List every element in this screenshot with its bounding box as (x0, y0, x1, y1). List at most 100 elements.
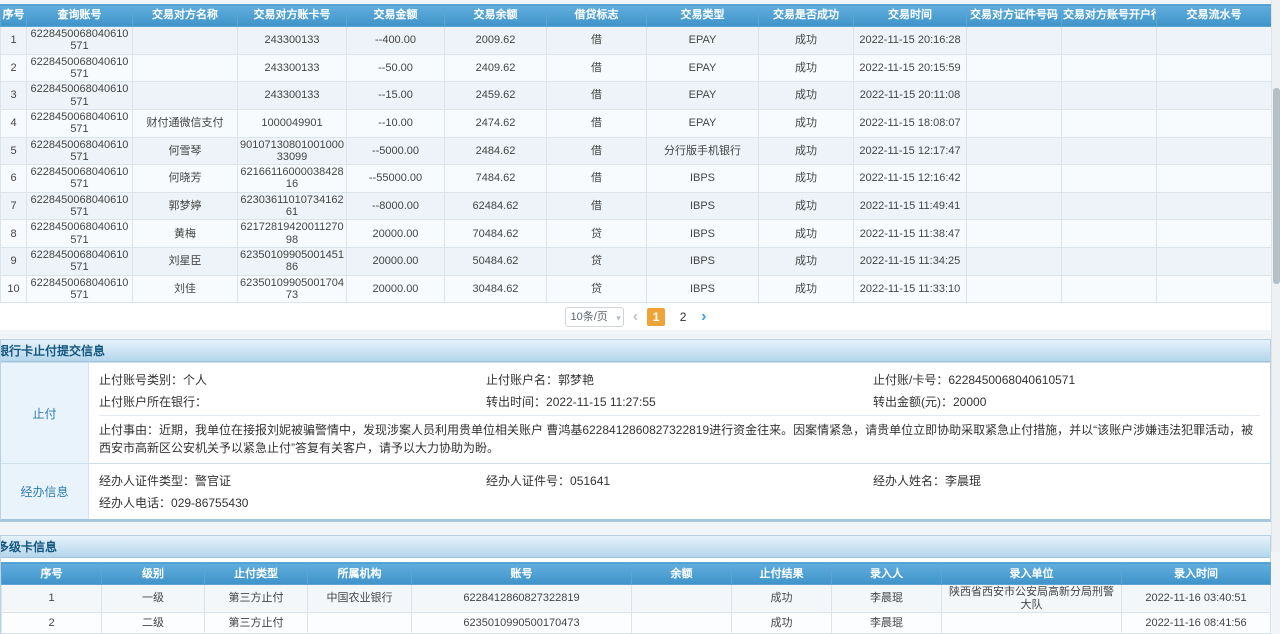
cell-counterparty-name: 何晓芳 (133, 165, 238, 193)
agent-fields-line2: 经办人电话：029-86755430 (99, 491, 1260, 513)
column-header-mc-institution: 所属机构 (308, 563, 412, 585)
field-transfer-time: 转出时间：2022-11-15 11:27:55 (486, 393, 873, 410)
cell-counterparty-card: 6216611600003842816 (238, 165, 347, 193)
cell-txn-serial (1157, 54, 1272, 82)
cell-counterparty-id (967, 248, 1062, 276)
cell-query-account: 6228450068040610571 (27, 137, 133, 165)
column-header-mc-level: 级别 (102, 563, 205, 585)
cell-txn-type: IBPS (647, 192, 759, 220)
field-label: 经办人姓名： (873, 474, 945, 488)
cell-counterparty-card: 243300133 (238, 82, 347, 110)
cell-balance: 2009.62 (445, 27, 547, 55)
cell-debit-credit-flag: 借 (547, 165, 647, 193)
cell-counterparty-bank (1062, 27, 1157, 55)
cell-mc-entered-by: 李晨琨 (832, 612, 942, 633)
column-header-mc-seq: 序号 (2, 563, 102, 585)
cell-txn-time: 2022-11-15 20:11:08 (854, 82, 967, 110)
cell-counterparty-name: 刘佳 (133, 275, 238, 303)
cell-txn-serial (1157, 275, 1272, 303)
cell-txn-type: IBPS (647, 165, 759, 193)
field-value: 李晨琨 (945, 474, 981, 488)
cell-amount: 20000.00 (347, 220, 445, 248)
agent-info-row: 经办信息 经办人证件类型：警官证 经办人证件号：051641 经办人姓名：李晨琨 (1, 463, 1270, 519)
multi-card-row: 1 一级 第三方止付 中国农业银行 6228412860827322819 成功… (2, 585, 1271, 613)
transaction-row: 10 6228450068040610571 刘佳 62350109905001… (1, 275, 1272, 303)
cell-counterparty-bank (1062, 54, 1157, 82)
cell-txn-success: 成功 (759, 192, 854, 220)
scrollbar-thumb[interactable] (1273, 88, 1280, 284)
page-button-1[interactable]: 1 (647, 308, 665, 326)
cell-seq: 3 (1, 82, 27, 110)
cell-amount: --55000.00 (347, 165, 445, 193)
field-label: 转出时间： (486, 395, 546, 409)
column-header-mc-stop-type: 止付类型 (205, 563, 308, 585)
cell-mc-level: 一级 (102, 585, 205, 613)
cell-seq: 7 (1, 192, 27, 220)
field-account-category: 止付账号类别：个人 (99, 371, 486, 388)
prev-page-button[interactable]: ‹ (633, 309, 638, 325)
cell-counterparty-id (967, 275, 1062, 303)
cell-amount: --10.00 (347, 109, 445, 137)
cell-txn-time: 2022-11-15 11:34:25 (854, 248, 967, 276)
cell-counterparty-card: 243300133 (238, 54, 347, 82)
cell-seq: 1 (1, 27, 27, 55)
field-value: 6228450068040610571 (948, 373, 1075, 387)
cell-counterparty-bank (1062, 137, 1157, 165)
cell-mc-entry-unit (942, 612, 1122, 633)
cell-mc-balance (632, 585, 732, 613)
cell-txn-serial (1157, 165, 1272, 193)
cell-counterparty-name: 郭梦婷 (133, 192, 238, 220)
cell-balance: 2409.62 (445, 54, 547, 82)
transaction-row: 7 6228450068040610571 郭梦婷 62303611010734… (1, 192, 1272, 220)
cell-counterparty-name (133, 27, 238, 55)
field-transfer-amount: 转出金额(元)：20000 (873, 393, 1260, 410)
column-header-counterparty-id: 交易对方证件号码 (967, 5, 1062, 27)
cell-amount: --400.00 (347, 27, 445, 55)
cell-counterparty-bank (1062, 220, 1157, 248)
cell-counterparty-card: 6235010990500170473 (238, 275, 347, 303)
cell-txn-time: 2022-11-15 18:08:07 (854, 109, 967, 137)
next-page-button[interactable]: › (701, 309, 706, 325)
cell-mc-result: 成功 (732, 612, 832, 633)
cell-txn-success: 成功 (759, 165, 854, 193)
cell-txn-serial (1157, 248, 1272, 276)
cell-amount: 20000.00 (347, 275, 445, 303)
cell-txn-time: 2022-11-15 12:16:42 (854, 165, 967, 193)
chevron-down-icon: ▾ (616, 309, 621, 327)
cell-counterparty-card: 6230361101073416261 (238, 192, 347, 220)
vertical-scrollbar[interactable] (1271, 0, 1280, 552)
cell-counterparty-name: 财付通微信支付 (133, 109, 238, 137)
page-size-select[interactable]: 10条/页 ▾ (565, 307, 624, 327)
cell-query-account: 6228450068040610571 (27, 27, 133, 55)
transaction-row: 8 6228450068040610571 黄梅 621728194200112… (1, 220, 1272, 248)
cell-mc-stop-type: 第三方止付 (205, 585, 308, 613)
cell-balance: 7484.62 (445, 165, 547, 193)
transaction-row: 1 6228450068040610571 243300133 --400.00… (1, 27, 1272, 55)
multi-card-panel: 多级卡信息 序号 级别 止付类型 所属机构 账号 余额 (0, 535, 1271, 634)
cell-txn-serial (1157, 109, 1272, 137)
cell-txn-type: EPAY (647, 27, 759, 55)
cell-debit-credit-flag: 借 (547, 54, 647, 82)
transaction-row: 2 6228450068040610571 243300133 --50.00 … (1, 54, 1272, 82)
agent-fields-line1: 经办人证件类型：警官证 经办人证件号：051641 经办人姓名：李晨琨 (99, 469, 1260, 491)
cell-counterparty-id (967, 54, 1062, 82)
column-header-txn-type: 交易类型 (647, 5, 759, 27)
cell-balance: 70484.62 (445, 220, 547, 248)
cell-txn-type: EPAY (647, 109, 759, 137)
cell-mc-account: 6235010990500170473 (412, 612, 632, 633)
column-header-counterparty-name: 交易对方名称 (133, 5, 238, 27)
cell-counterparty-id (967, 109, 1062, 137)
cell-counterparty-card: 9010713080100100033099 (238, 137, 347, 165)
cell-txn-serial (1157, 192, 1272, 220)
cell-seq: 9 (1, 248, 27, 276)
page-button-2[interactable]: 2 (674, 308, 692, 326)
column-header-mc-entered-by: 录入人 (832, 563, 942, 585)
cell-counterparty-name: 刘星臣 (133, 248, 238, 276)
cell-txn-success: 成功 (759, 109, 854, 137)
cell-txn-success: 成功 (759, 220, 854, 248)
cell-counterparty-card: 1000049901 (238, 109, 347, 137)
stop-payment-reason-text: 止付事由：近期，我单位在接报刘妮被骗警情中，发现涉案人员利用贵单位相关账户 曹鸿… (99, 415, 1260, 457)
cell-txn-type: IBPS (647, 220, 759, 248)
cell-seq: 6 (1, 165, 27, 193)
cell-seq: 8 (1, 220, 27, 248)
